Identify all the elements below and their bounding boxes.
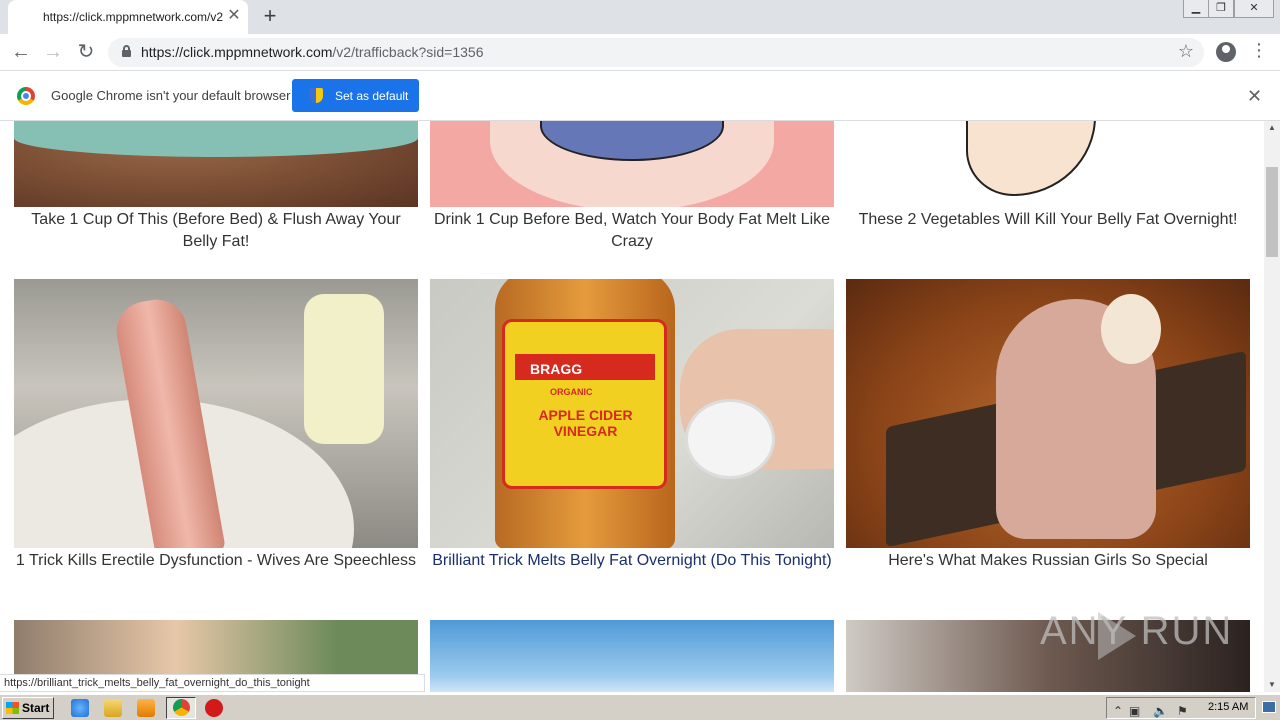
url-text: https://click.mppmnetwork.com/v2/traffic…: [141, 44, 484, 60]
scroll-up-icon[interactable]: ▲: [1264, 121, 1280, 135]
bottle-organic-text: ORGANIC: [550, 387, 593, 397]
chrome-icon: [173, 699, 190, 716]
browser-toolbar: ← → ↻ https://click.mppmnetwork.com/v2/t…: [0, 34, 1280, 71]
vertical-scrollbar[interactable]: ▲ ▼: [1264, 121, 1280, 692]
infobar-message: Google Chrome isn't your default browser: [51, 88, 291, 103]
bottle-brand-text: BRAGG: [530, 361, 583, 377]
media-player-icon[interactable]: [137, 699, 155, 717]
windows-logo-icon: [6, 702, 19, 714]
ad-image[interactable]: [846, 279, 1250, 548]
close-window-button[interactable]: ✕: [1234, 0, 1274, 18]
file-explorer-icon[interactable]: [104, 699, 122, 717]
set-as-default-button[interactable]: Set as default: [292, 79, 419, 112]
ad-image[interactable]: [14, 121, 418, 207]
tab-close-icon[interactable]: ✕: [226, 8, 242, 24]
restore-button[interactable]: ❐: [1208, 0, 1234, 18]
browser-tab[interactable]: https://click.mppmnetwork.com/v2/t ✕: [8, 0, 248, 34]
reload-button[interactable]: ↻: [74, 40, 98, 64]
tab-strip: https://click.mppmnetwork.com/v2/t ✕ + ▁…: [0, 0, 1280, 34]
network-icon[interactable]: ▣: [1129, 704, 1140, 718]
bottle-product-text: APPLE CIDER VINEGAR: [538, 407, 633, 439]
set-as-default-label: Set as default: [335, 89, 409, 103]
shield-icon: [309, 88, 323, 103]
scroll-down-icon[interactable]: ▼: [1264, 678, 1280, 692]
link-status-bubble: https://brilliant_trick_melts_belly_fat_…: [0, 674, 425, 692]
new-tab-button[interactable]: +: [258, 5, 282, 29]
forward-button[interactable]: →: [41, 40, 65, 64]
back-button[interactable]: ←: [9, 40, 33, 64]
taskbar-clock[interactable]: 2:15 AM: [1208, 701, 1248, 713]
ad-title-link[interactable]: Here's What Makes Russian Girls So Speci…: [846, 550, 1250, 572]
ad-title-link[interactable]: 1 Trick Kills Erectile Dysfunction - Wiv…: [14, 550, 418, 572]
page-content: Take 1 Cup Of This (Before Bed) & Flush …: [0, 121, 1264, 692]
watermark: ANY RUN: [1040, 609, 1234, 653]
scroll-thumb[interactable]: [1266, 167, 1278, 257]
ad-title-link[interactable]: Take 1 Cup Of This (Before Bed) & Flush …: [14, 209, 418, 253]
tab-title: https://click.mppmnetwork.com/v2/t: [43, 10, 223, 24]
ad-image[interactable]: [430, 121, 834, 207]
internet-explorer-icon[interactable]: [71, 699, 89, 717]
windows-taskbar: Start ⌃ ▣ 🔈 ⚑ 2:15 AM: [0, 694, 1280, 720]
security-app-icon[interactable]: [205, 699, 223, 717]
chrome-logo-icon: [17, 87, 35, 105]
profile-icon[interactable]: [1216, 42, 1236, 62]
start-button[interactable]: Start: [2, 697, 54, 719]
ad-image[interactable]: [14, 279, 418, 548]
action-center-flag-icon[interactable]: ⚑: [1177, 704, 1188, 718]
minimize-button[interactable]: ▁: [1183, 0, 1209, 18]
infobar-close-icon[interactable]: ✕: [1247, 86, 1262, 107]
default-browser-infobar: Google Chrome isn't your default browser…: [0, 71, 1280, 121]
address-bar[interactable]: https://click.mppmnetwork.com/v2/traffic…: [108, 38, 1204, 67]
ad-title-link[interactable]: Brilliant Trick Melts Belly Fat Overnigh…: [430, 550, 834, 572]
ad-image[interactable]: [846, 121, 1250, 207]
bookmark-star-icon[interactable]: ☆: [1178, 41, 1194, 62]
lock-icon: [122, 45, 131, 57]
start-label: Start: [22, 701, 50, 715]
volume-icon[interactable]: 🔈: [1153, 704, 1168, 718]
tray-expand-icon[interactable]: ⌃: [1113, 704, 1123, 718]
chrome-taskbar-button[interactable]: [166, 697, 196, 719]
show-desktop-icon[interactable]: [1262, 701, 1276, 713]
ad-image[interactable]: [430, 620, 834, 692]
menu-icon[interactable]: ⋮: [1250, 40, 1268, 61]
ad-title-link[interactable]: Drink 1 Cup Before Bed, Watch Your Body …: [430, 209, 834, 253]
ad-title-link[interactable]: These 2 Vegetables Will Kill Your Belly …: [846, 209, 1250, 231]
ad-image[interactable]: BRAGG ORGANIC APPLE CIDER VINEGAR: [430, 279, 834, 548]
